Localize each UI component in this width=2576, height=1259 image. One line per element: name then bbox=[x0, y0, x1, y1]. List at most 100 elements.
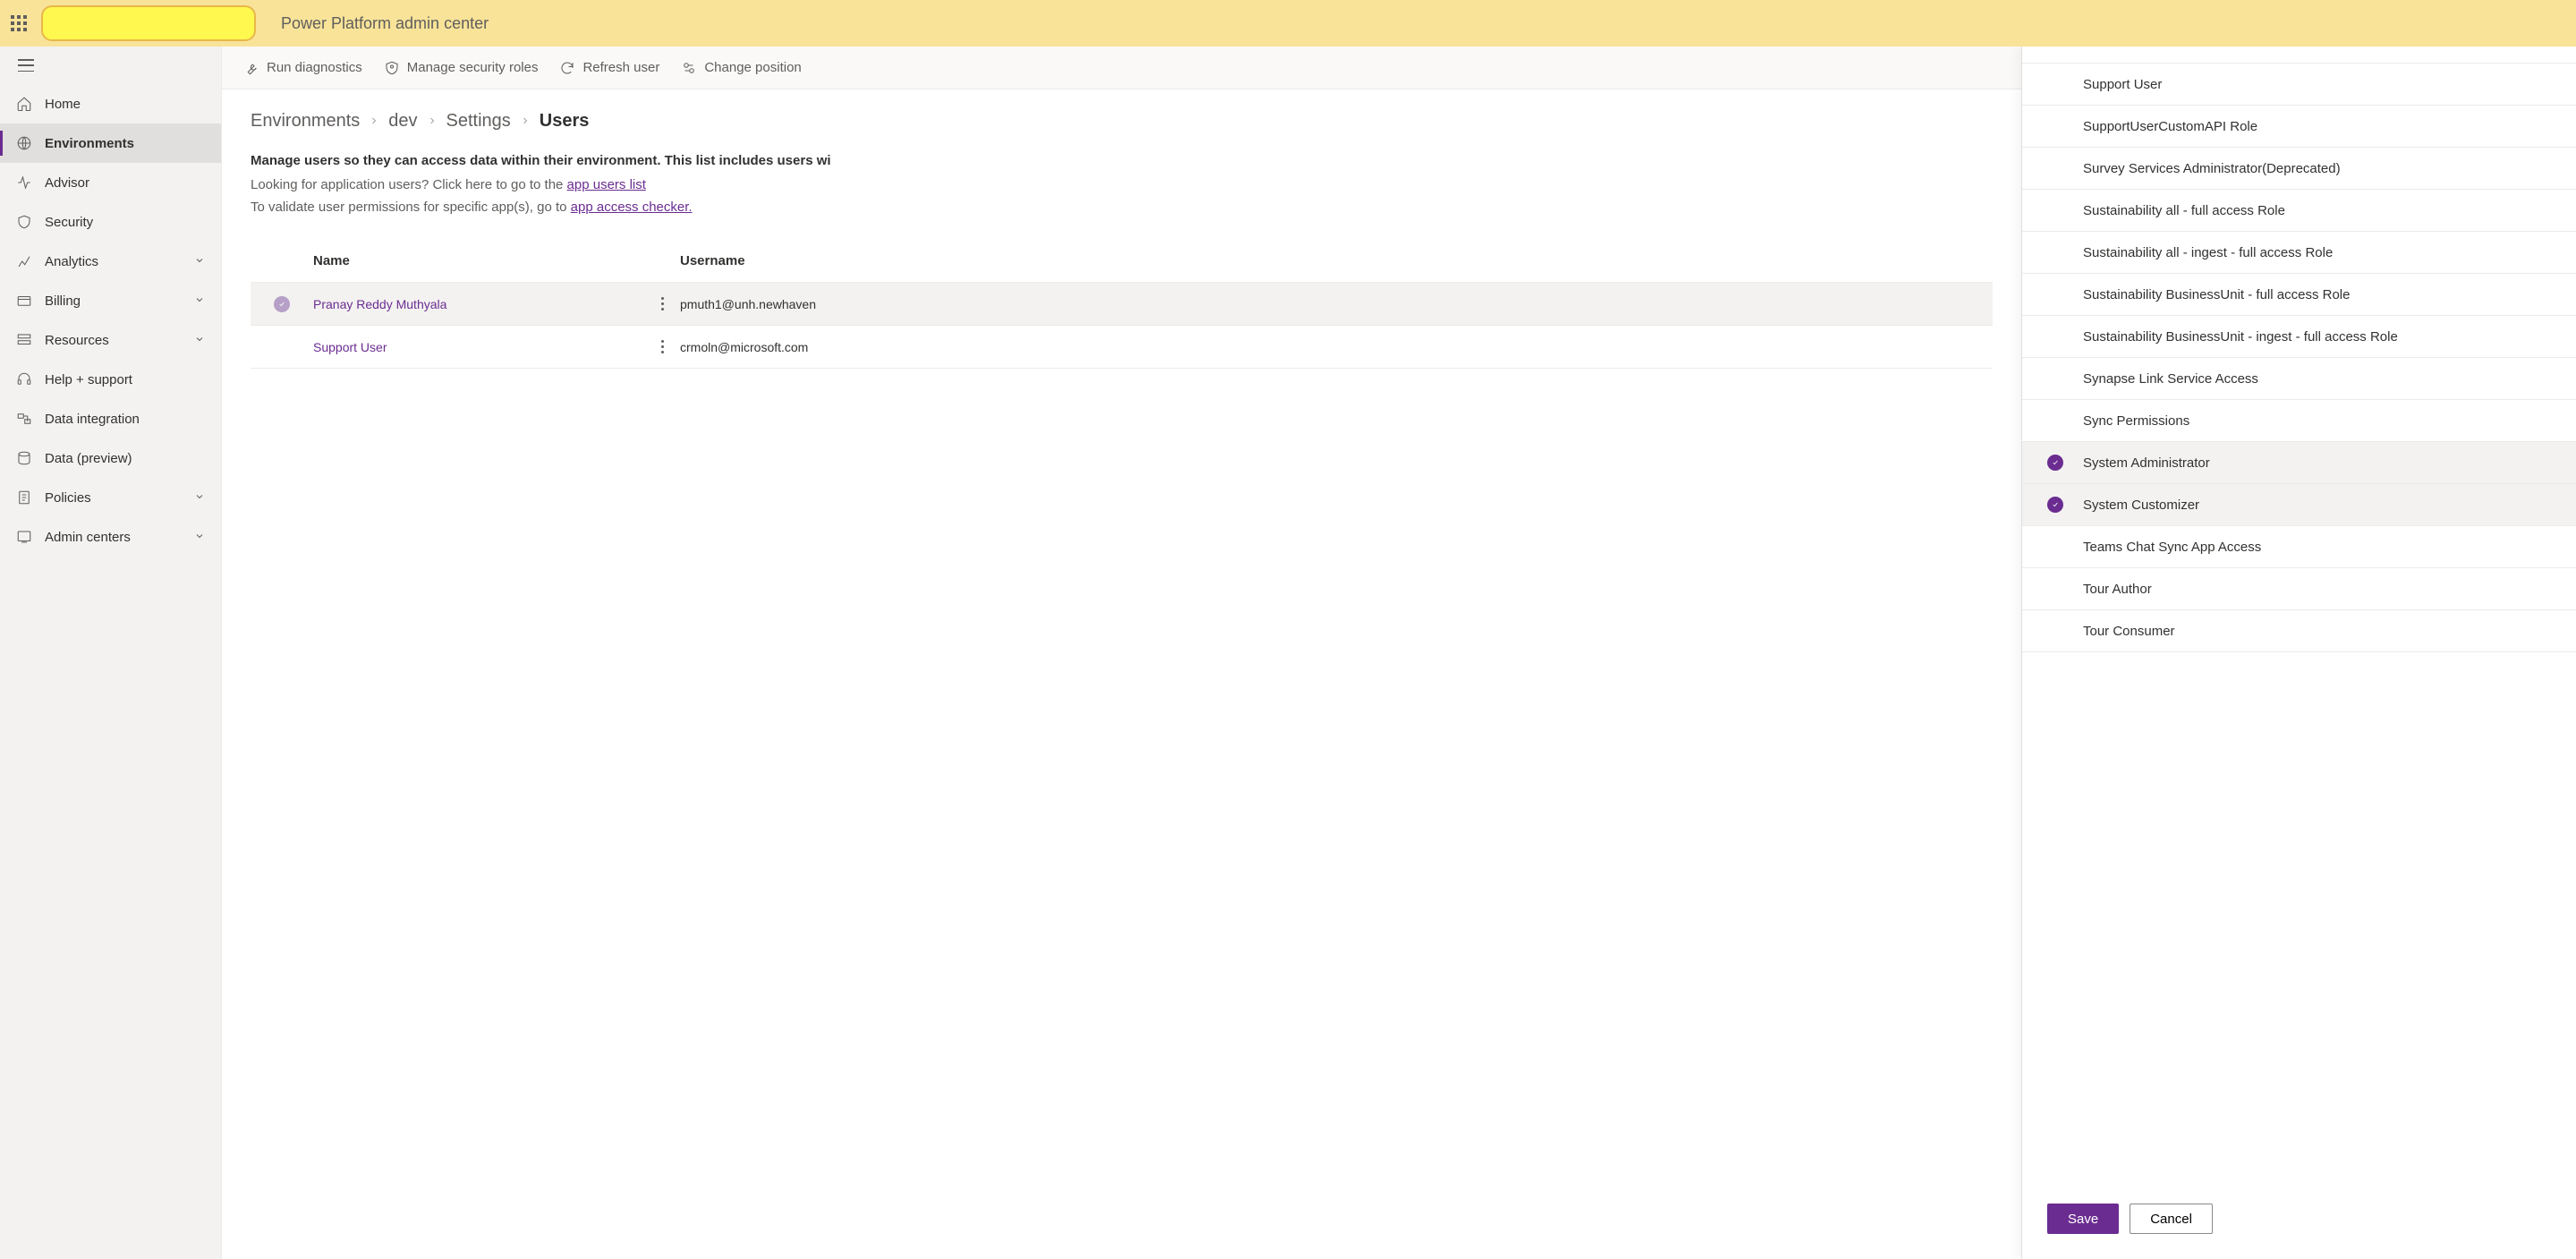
resources-icon bbox=[16, 332, 32, 348]
panel-footer: Save Cancel bbox=[2022, 1186, 2576, 1259]
save-button[interactable]: Save bbox=[2047, 1204, 2119, 1234]
user-name-link[interactable]: Pranay Reddy Muthyala bbox=[313, 297, 446, 311]
sidebar-item-help-support[interactable]: Help + support bbox=[0, 360, 221, 399]
role-item[interactable]: Survey Services Administrator(Deprecated… bbox=[2022, 148, 2576, 190]
sidebar-item-label: Help + support bbox=[45, 372, 132, 387]
app-users-hint-text: Looking for application users? Click her… bbox=[251, 177, 567, 192]
role-checkbox[interactable] bbox=[2047, 623, 2063, 639]
breadcrumb-environments[interactable]: Environments bbox=[251, 111, 360, 132]
user-username: crmoln@microsoft.com bbox=[680, 340, 1984, 354]
sidebar-item-advisor[interactable]: Advisor bbox=[0, 163, 221, 202]
sidebar-item-environments[interactable]: Environments bbox=[0, 123, 221, 163]
sidebar-item-label: Admin centers bbox=[45, 530, 131, 545]
app-users-hint: Looking for application users? Click her… bbox=[251, 177, 1993, 192]
role-checkbox[interactable] bbox=[2047, 76, 2063, 92]
row-more-icon[interactable] bbox=[661, 297, 664, 310]
row-more-icon[interactable] bbox=[661, 340, 664, 353]
role-label: Synapse Link Service Access bbox=[2083, 371, 2258, 387]
chevron-down-icon bbox=[194, 333, 205, 348]
user-name-link[interactable]: Support User bbox=[313, 340, 387, 354]
role-label: Sustainability BusinessUnit - ingest - f… bbox=[2083, 329, 2398, 345]
sidebar-item-label: Data (preview) bbox=[45, 451, 132, 466]
cmd-change-position[interactable]: Change position bbox=[681, 60, 801, 76]
role-checkbox[interactable] bbox=[2047, 539, 2063, 555]
shield-person-icon bbox=[384, 60, 400, 76]
cmd-refresh-user[interactable]: Refresh user bbox=[559, 60, 659, 76]
chevron-down-icon bbox=[194, 293, 205, 309]
role-label: Sustainability all - full access Role bbox=[2083, 203, 2285, 218]
role-item[interactable]: Support User bbox=[2022, 64, 2576, 106]
role-checkbox[interactable] bbox=[2047, 455, 2063, 471]
role-item[interactable]: Teams Chat Sync App Access bbox=[2022, 526, 2576, 568]
table-row[interactable]: Pranay Reddy Muthyala pmuth1@unh.newhave… bbox=[251, 283, 1993, 326]
role-item[interactable]: Tour Consumer bbox=[2022, 610, 2576, 652]
sidebar-item-analytics[interactable]: Analytics bbox=[0, 242, 221, 281]
breadcrumb-settings[interactable]: Settings bbox=[446, 111, 511, 132]
sidebar-item-label: Advisor bbox=[45, 175, 89, 191]
app-launcher-icon[interactable] bbox=[11, 15, 27, 31]
cmd-run-diagnostics[interactable]: Run diagnostics bbox=[243, 60, 362, 76]
role-checkbox[interactable] bbox=[2047, 413, 2063, 429]
role-item[interactable]: Sustainability all - ingest - full acces… bbox=[2022, 232, 2576, 274]
role-checkbox[interactable] bbox=[2047, 244, 2063, 260]
role-checkbox[interactable] bbox=[2047, 328, 2063, 345]
role-item[interactable]: Sustainability BusinessUnit - full acces… bbox=[2022, 274, 2576, 316]
user-username: pmuth1@unh.newhaven bbox=[680, 297, 1984, 311]
role-checkbox[interactable] bbox=[2047, 47, 2063, 50]
header-bar: Power Platform admin center bbox=[0, 0, 2576, 47]
access-checker-hint-text: To validate user permissions for specifi… bbox=[251, 200, 571, 215]
sidebar-item-data-integration[interactable]: Data integration bbox=[0, 399, 221, 438]
breadcrumb: Environments dev Settings Users bbox=[251, 111, 1993, 132]
column-header-username[interactable]: Username bbox=[680, 253, 1984, 268]
cancel-button[interactable]: Cancel bbox=[2130, 1204, 2213, 1234]
role-checkbox[interactable] bbox=[2047, 160, 2063, 176]
role-item[interactable]: System Administrator bbox=[2022, 442, 2576, 484]
breadcrumb-users: Users bbox=[540, 111, 590, 132]
role-item[interactable]: Sync Permissions bbox=[2022, 400, 2576, 442]
role-checkbox[interactable] bbox=[2047, 497, 2063, 513]
users-table: Name Username Pranay Reddy Muthyala pmut… bbox=[251, 240, 1993, 369]
app-access-checker-link[interactable]: app access checker. bbox=[571, 200, 693, 215]
cmd-manage-security-roles[interactable]: Manage security roles bbox=[384, 60, 539, 76]
breadcrumb-dev[interactable]: dev bbox=[388, 111, 417, 132]
app-users-list-link[interactable]: app users list bbox=[567, 177, 646, 192]
role-label: Teams Chat Sync App Access bbox=[2083, 540, 2261, 555]
role-checkbox[interactable] bbox=[2047, 581, 2063, 597]
role-item[interactable]: Tour Author bbox=[2022, 568, 2576, 610]
role-item[interactable]: Sustainability all - full access Role bbox=[2022, 190, 2576, 232]
role-label: SupportUserCustomAPI Role bbox=[2083, 119, 2257, 134]
role-label: Sync Permissions bbox=[2083, 413, 2189, 429]
role-item[interactable]: Synapse Link Service Access bbox=[2022, 358, 2576, 400]
sidebar-item-home[interactable]: Home bbox=[0, 84, 221, 123]
row-selected-icon[interactable] bbox=[274, 296, 290, 312]
role-label: Survey Services Administrator(Deprecated… bbox=[2083, 161, 2341, 176]
table-header-row: Name Username bbox=[251, 240, 1993, 283]
chevron-right-icon bbox=[520, 111, 531, 132]
role-checkbox[interactable] bbox=[2047, 370, 2063, 387]
sidebar-item-admin-centers[interactable]: Admin centers bbox=[0, 517, 221, 557]
table-row[interactable]: Support User crmoln@microsoft.com bbox=[251, 326, 1993, 369]
collapse-nav-button[interactable] bbox=[0, 47, 221, 84]
policies-icon bbox=[16, 489, 32, 506]
role-checkbox[interactable] bbox=[2047, 202, 2063, 218]
role-item[interactable]: Sustainability BusinessUnit - ingest - f… bbox=[2022, 316, 2576, 358]
swap-icon bbox=[681, 60, 697, 76]
admin-icon bbox=[16, 529, 32, 545]
sidebar-item-resources[interactable]: Resources bbox=[0, 320, 221, 360]
sidebar-item-label: Home bbox=[45, 97, 81, 112]
role-checkbox[interactable] bbox=[2047, 286, 2063, 302]
sidebar-item-policies[interactable]: Policies bbox=[0, 478, 221, 517]
sidebar-item-data-preview-[interactable]: Data (preview) bbox=[0, 438, 221, 478]
sidebar-item-security[interactable]: Security bbox=[0, 202, 221, 242]
highlight-annotation bbox=[41, 5, 256, 41]
dataint-icon bbox=[16, 411, 32, 427]
sidebar-item-label: Security bbox=[45, 215, 93, 230]
role-item[interactable]: System Customizer bbox=[2022, 484, 2576, 526]
role-item[interactable]: Solution Checker bbox=[2022, 47, 2576, 64]
sidebar-item-label: Environments bbox=[45, 136, 134, 151]
role-checkbox[interactable] bbox=[2047, 118, 2063, 134]
sidebar-item-billing[interactable]: Billing bbox=[0, 281, 221, 320]
role-item[interactable]: SupportUserCustomAPI Role bbox=[2022, 106, 2576, 148]
page-description: Manage users so they can access data wit… bbox=[251, 153, 1993, 168]
column-header-name[interactable]: Name bbox=[304, 253, 644, 268]
